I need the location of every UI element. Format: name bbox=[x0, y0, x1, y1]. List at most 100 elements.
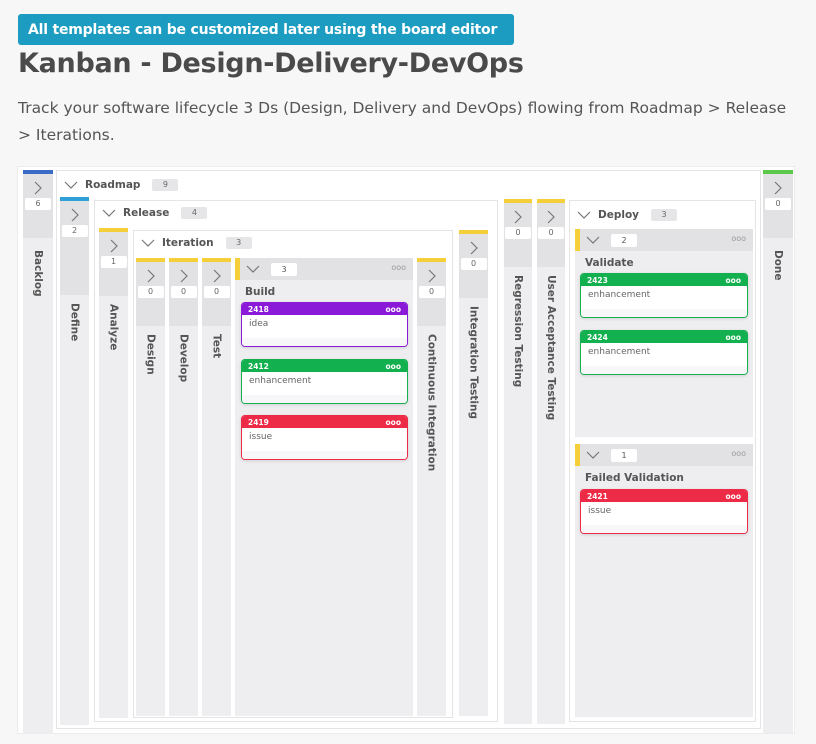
lane-color-bar bbox=[235, 258, 240, 280]
group-deploy: Deploy 3 2 ooo Validate 2423 ooo enhance… bbox=[569, 200, 756, 722]
group-title: Iteration bbox=[162, 237, 214, 249]
column-title: Continuous Integration bbox=[425, 334, 438, 472]
column-title: Test bbox=[210, 334, 223, 359]
column-color-bar bbox=[202, 258, 231, 262]
column-color-bar bbox=[504, 199, 532, 203]
page-title: Kanban - Design-Delivery-DevOps bbox=[18, 48, 524, 79]
page-description: Track your software lifecycle 3 Ds (Desi… bbox=[18, 99, 787, 144]
collapse-chevron-icon[interactable] bbox=[140, 235, 156, 251]
collapse-chevron-icon[interactable] bbox=[585, 447, 601, 463]
card-count: 1 bbox=[611, 448, 637, 462]
expand-chevron-icon[interactable] bbox=[543, 209, 559, 225]
card-2421[interactable]: 2421 ooo issue bbox=[580, 489, 748, 534]
expand-chevron-icon[interactable] bbox=[30, 180, 46, 196]
column-backlog: 6 Backlog bbox=[23, 170, 53, 733]
column-title: Done bbox=[772, 250, 784, 281]
kanban-board: 6 Backlog Roadmap 9 2 Define Release 4 1… bbox=[17, 166, 795, 734]
card-2419[interactable]: 2419 ooo issue bbox=[241, 415, 408, 460]
column-title: Define bbox=[68, 303, 81, 342]
card-type: enhancement bbox=[588, 290, 651, 300]
card-menu-button[interactable]: ooo bbox=[386, 305, 401, 314]
card-2423[interactable]: 2423 ooo enhancement bbox=[580, 273, 748, 318]
card-type: idea bbox=[249, 319, 269, 329]
collapse-chevron-icon[interactable] bbox=[245, 261, 261, 277]
column-color-bar bbox=[763, 170, 793, 174]
expand-chevron-icon[interactable] bbox=[466, 240, 482, 256]
collapse-chevron-icon[interactable] bbox=[63, 177, 79, 193]
lane-build: 3 ooo Build 2418 ooo idea 2412 ooo enhan… bbox=[235, 258, 413, 716]
expand-chevron-icon[interactable] bbox=[143, 268, 159, 284]
card-count: 4 bbox=[181, 207, 208, 219]
column-design: 0 Design bbox=[136, 258, 165, 716]
card-id: 2419 bbox=[248, 417, 269, 427]
card-count: 0 bbox=[765, 198, 791, 210]
column-integration-testing: 0 Integration Testing bbox=[459, 230, 488, 716]
column-analyze: 1 Analyze bbox=[99, 228, 128, 718]
column-color-bar bbox=[60, 197, 89, 201]
column-title: Develop bbox=[177, 334, 190, 383]
column-color-bar bbox=[417, 258, 446, 262]
info-banner: All templates can be customized later us… bbox=[18, 14, 514, 45]
column-color-bar bbox=[169, 258, 198, 262]
card-count: 0 bbox=[203, 286, 230, 298]
group-title: Roadmap bbox=[85, 179, 141, 191]
expand-chevron-icon[interactable] bbox=[424, 268, 440, 284]
lane-title: Failed Validation bbox=[585, 472, 684, 484]
card-count: 3 bbox=[651, 209, 678, 221]
expand-chevron-icon[interactable] bbox=[209, 268, 225, 284]
group-release: Release 4 1 Analyze Iteration 3 0 Design… bbox=[94, 200, 498, 722]
card-count: 0 bbox=[460, 258, 487, 270]
column-color-bar bbox=[23, 170, 53, 174]
expand-chevron-icon[interactable] bbox=[176, 268, 192, 284]
card-count: 0 bbox=[505, 227, 531, 239]
group-title: Release bbox=[123, 207, 170, 219]
column-color-bar bbox=[136, 258, 165, 262]
card-count: 0 bbox=[170, 286, 197, 298]
card-count: 3 bbox=[225, 237, 252, 249]
lane-failed-validation: 1 ooo Failed Validation 2421 ooo issue bbox=[575, 444, 753, 717]
group-roadmap: Roadmap 9 2 Define Release 4 1 Analyze I… bbox=[56, 170, 761, 729]
card-count: 9 bbox=[152, 179, 179, 191]
card-id: 2423 bbox=[587, 275, 608, 285]
collapse-chevron-icon[interactable] bbox=[101, 205, 117, 221]
card-type: issue bbox=[249, 432, 273, 442]
card-menu-button[interactable]: ooo bbox=[726, 333, 741, 342]
card-count: 2 bbox=[61, 225, 88, 237]
column-color-bar bbox=[99, 228, 128, 232]
collapse-chevron-icon[interactable] bbox=[576, 207, 592, 223]
column-color-bar bbox=[537, 199, 565, 203]
column-regression-testing: 0 Regression Testing bbox=[504, 199, 532, 724]
card-menu-button[interactable]: ooo bbox=[386, 362, 401, 371]
card-count: 3 bbox=[271, 262, 297, 276]
card-2412[interactable]: 2412 ooo enhancement bbox=[241, 359, 408, 404]
column-continuous-integration: 0 Continuous Integration bbox=[417, 258, 446, 716]
collapse-chevron-icon[interactable] bbox=[585, 232, 601, 248]
card-2418[interactable]: 2418 ooo idea bbox=[241, 302, 408, 347]
expand-chevron-icon[interactable] bbox=[106, 238, 122, 254]
column-title: Design bbox=[144, 334, 157, 375]
column-test: 0 Test bbox=[202, 258, 231, 716]
card-menu-button[interactable]: ooo bbox=[726, 492, 741, 501]
lane-title: Build bbox=[245, 286, 276, 298]
card-id: 2412 bbox=[248, 361, 269, 371]
lane-menu-button[interactable]: ooo bbox=[391, 263, 406, 272]
lane-color-bar bbox=[575, 229, 580, 251]
card-menu-button[interactable]: ooo bbox=[726, 276, 741, 285]
card-id: 2421 bbox=[587, 491, 608, 501]
group-title: Deploy bbox=[598, 209, 640, 221]
column-title: Regression Testing bbox=[512, 275, 524, 388]
lane-title: Validate bbox=[585, 257, 634, 269]
column-define: 2 Define bbox=[60, 197, 89, 725]
expand-chevron-icon[interactable] bbox=[770, 180, 786, 196]
lane-menu-button[interactable]: ooo bbox=[731, 234, 746, 243]
expand-chevron-icon[interactable] bbox=[67, 207, 83, 223]
card-type: issue bbox=[588, 506, 612, 516]
lane-color-bar bbox=[575, 444, 580, 466]
card-2424[interactable]: 2424 ooo enhancement bbox=[580, 330, 748, 375]
card-menu-button[interactable]: ooo bbox=[386, 418, 401, 427]
lane-validate: 2 ooo Validate 2423 ooo enhancement 2424… bbox=[575, 229, 753, 437]
column-color-bar bbox=[459, 230, 488, 234]
card-id: 2424 bbox=[587, 332, 608, 342]
lane-menu-button[interactable]: ooo bbox=[731, 449, 746, 458]
expand-chevron-icon[interactable] bbox=[510, 209, 526, 225]
